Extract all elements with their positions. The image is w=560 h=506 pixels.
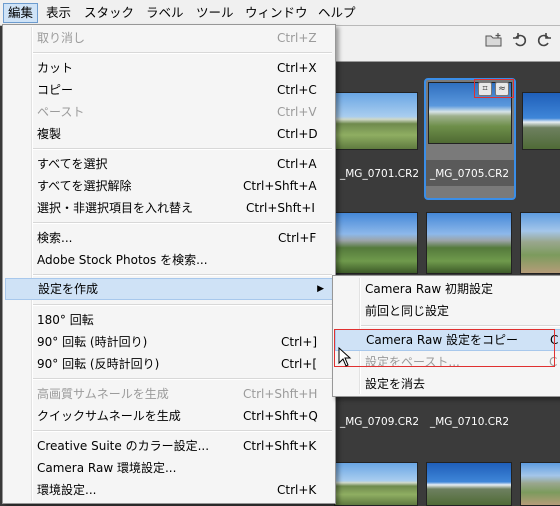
thumbnail-label: _MG_0709.CR2 xyxy=(340,416,420,428)
menu-separator xyxy=(33,148,332,150)
menu-window[interactable]: ウィンドウ xyxy=(241,3,312,23)
menu-item-select-all[interactable]: すべてを選択 Ctrl+A xyxy=(5,153,333,175)
menu-item-label: 環境設定... xyxy=(37,483,97,497)
menu-item-rotate-cw[interactable]: 90° 回転 (時計回り) Ctrl+] xyxy=(5,331,333,353)
menu-item-label: クイックサムネールを生成 xyxy=(37,409,181,423)
thumbnail[interactable] xyxy=(334,212,418,274)
highlight-box xyxy=(334,329,555,367)
menu-item-label: ペースト xyxy=(37,105,85,119)
menu-item-label: Adobe Stock Photos を検索... xyxy=(37,253,208,267)
menu-item-shortcut: Ctrl+Z xyxy=(277,31,317,45)
menu-item-quick-thumbnails[interactable]: クイックサムネールを生成 Ctrl+Shft+Q xyxy=(5,405,333,427)
menu-item-develop-settings[interactable]: 設定を作成 ▶ xyxy=(5,278,333,300)
menu-item-shortcut: Ctrl+Shft+A xyxy=(243,179,317,193)
thumbnail[interactable] xyxy=(332,92,418,150)
menu-item-stock-search[interactable]: Adobe Stock Photos を検索... xyxy=(5,249,333,271)
menu-item-shortcut: Ctrl+D xyxy=(277,127,318,141)
thumbnail[interactable] xyxy=(426,212,512,274)
menu-item-shortcut: Ctrl+F xyxy=(278,231,317,245)
rotate-left-icon[interactable] xyxy=(510,32,530,52)
menu-item-shortcut: Ctrl+X xyxy=(277,61,317,75)
submenu-arrow-icon: ▶ xyxy=(317,284,324,294)
menu-item-shortcut: Ctrl+Shft+K xyxy=(243,439,317,453)
menu-item-label: 90° 回転 (時計回り) xyxy=(37,335,148,349)
thumbnail[interactable] xyxy=(426,462,512,506)
menu-item-label: 設定を作成 xyxy=(38,282,99,296)
menu-item-camera-raw-prefs[interactable]: Camera Raw 環境設定... xyxy=(5,457,333,479)
menu-bar: 編集 表示 スタック ラベル ツール ウィンドウ ヘルプ xyxy=(0,0,560,26)
menu-item-shortcut: Ctrl+[ xyxy=(281,357,318,371)
menu-item-label: すべてを選択 xyxy=(37,157,108,171)
menu-edit[interactable]: 編集 xyxy=(3,3,39,23)
thumbnail[interactable] xyxy=(520,212,560,274)
menu-item-label: 設定を消去 xyxy=(365,377,426,391)
menu-item-color-settings[interactable]: Creative Suite のカラー設定... Ctrl+Shft+K xyxy=(5,435,333,457)
menu-item-shortcut: Ctrl+Shft+H xyxy=(243,387,318,401)
menu-item-copy[interactable]: コピー Ctrl+C xyxy=(5,79,333,101)
menu-item-label: 90° 回転 (反時計回り) xyxy=(37,357,160,371)
edit-menu: 取り消し Ctrl+Z カット Ctrl+X コピー Ctrl+C ペースト C… xyxy=(2,24,336,504)
thumbnail-label: _MG_0710.CR2 xyxy=(430,416,510,428)
menu-item-label: 180° 回転 xyxy=(37,313,94,327)
menu-view[interactable]: 表示 xyxy=(42,3,75,23)
menu-item-shortcut: Ctrl+C xyxy=(277,83,317,97)
menu-tools[interactable]: ツール xyxy=(192,3,238,23)
menu-item-label: Camera Raw 初期設定 xyxy=(365,282,493,296)
mouse-cursor-icon xyxy=(338,346,352,370)
highlight-box xyxy=(474,79,514,98)
thumbnail[interactable] xyxy=(520,462,560,506)
menu-item-deselect-all[interactable]: すべてを選択解除 Ctrl+Shft+A xyxy=(5,175,333,197)
menu-item-shortcut: Ctrl+Shft+I xyxy=(246,201,315,215)
menu-item-rotate-ccw[interactable]: 90° 回転 (反時計回り) Ctrl+[ xyxy=(5,353,333,375)
rotate-right-icon[interactable] xyxy=(534,32,554,52)
submenu-item-defaults[interactable]: Camera Raw 初期設定 xyxy=(335,278,560,300)
menu-item-label: 検索... xyxy=(37,231,73,245)
menu-stacks[interactable]: スタック xyxy=(80,3,138,23)
menu-item-label: コピー xyxy=(37,83,74,97)
menu-item-label: Creative Suite のカラー設定... xyxy=(37,439,210,453)
menu-item-find[interactable]: 検索... Ctrl+F xyxy=(5,227,333,249)
menu-item-shortcut: Ctrl+K xyxy=(277,483,317,497)
menu-item-preferences[interactable]: 環境設定... Ctrl+K xyxy=(5,479,333,501)
thumbnail-label: _MG_0701.CR2 xyxy=(340,168,420,180)
menu-item-label: カット xyxy=(37,61,74,75)
menu-label[interactable]: ラベル xyxy=(142,3,188,23)
menu-separator xyxy=(33,52,332,54)
submenu-item-clear-settings[interactable]: 設定を消去 xyxy=(335,373,560,395)
menu-item-label: Camera Raw 環境設定... xyxy=(37,461,177,475)
menu-item-hq-thumbnails[interactable]: 高画質サムネールを生成 Ctrl+Shft+H xyxy=(5,383,333,405)
menu-item-label: 前回と同じ設定 xyxy=(365,304,450,318)
menu-item-cut[interactable]: カット Ctrl+X xyxy=(5,57,333,79)
menu-item-shortcut: Ctrl+] xyxy=(281,335,318,349)
app-toolbar xyxy=(330,26,560,62)
menu-help[interactable]: ヘルプ xyxy=(314,3,360,23)
menu-item-invert-selection[interactable]: 選択・非選択項目を入れ替え Ctrl+Shft+I xyxy=(5,197,333,219)
menu-separator xyxy=(361,325,560,327)
menu-item-shortcut: Ctrl+V xyxy=(277,105,317,119)
menu-item-shortcut: Ctrl+A xyxy=(277,157,317,171)
submenu-item-previous[interactable]: 前回と同じ設定 xyxy=(335,300,560,322)
thumbnail[interactable] xyxy=(334,462,418,506)
new-folder-icon[interactable] xyxy=(484,32,504,52)
menu-item-label: 複製 xyxy=(37,127,62,141)
menu-item-label: 選択・非選択項目を入れ替え xyxy=(37,201,194,215)
menu-separator xyxy=(33,222,332,224)
menu-item-label: 取り消し xyxy=(37,31,86,45)
menu-item-shortcut: Ctrl+Shft+Q xyxy=(243,409,318,423)
menu-item-label: すべてを選択解除 xyxy=(37,179,132,193)
menu-item-undo[interactable]: 取り消し Ctrl+Z xyxy=(5,27,333,49)
thumbnail-label: _MG_0705.CR2 xyxy=(430,168,510,180)
menu-separator xyxy=(33,274,332,276)
menu-item-rotate-180[interactable]: 180° 回転 xyxy=(5,309,333,331)
menu-item-label: 高画質サムネールを生成 xyxy=(37,387,169,401)
menu-item-paste[interactable]: ペースト Ctrl+V xyxy=(5,101,333,123)
menu-separator xyxy=(33,304,332,306)
menu-separator xyxy=(33,430,332,432)
menu-item-duplicate[interactable]: 複製 Ctrl+D xyxy=(5,123,333,145)
menu-separator xyxy=(33,378,332,380)
thumbnail[interactable] xyxy=(522,92,560,150)
